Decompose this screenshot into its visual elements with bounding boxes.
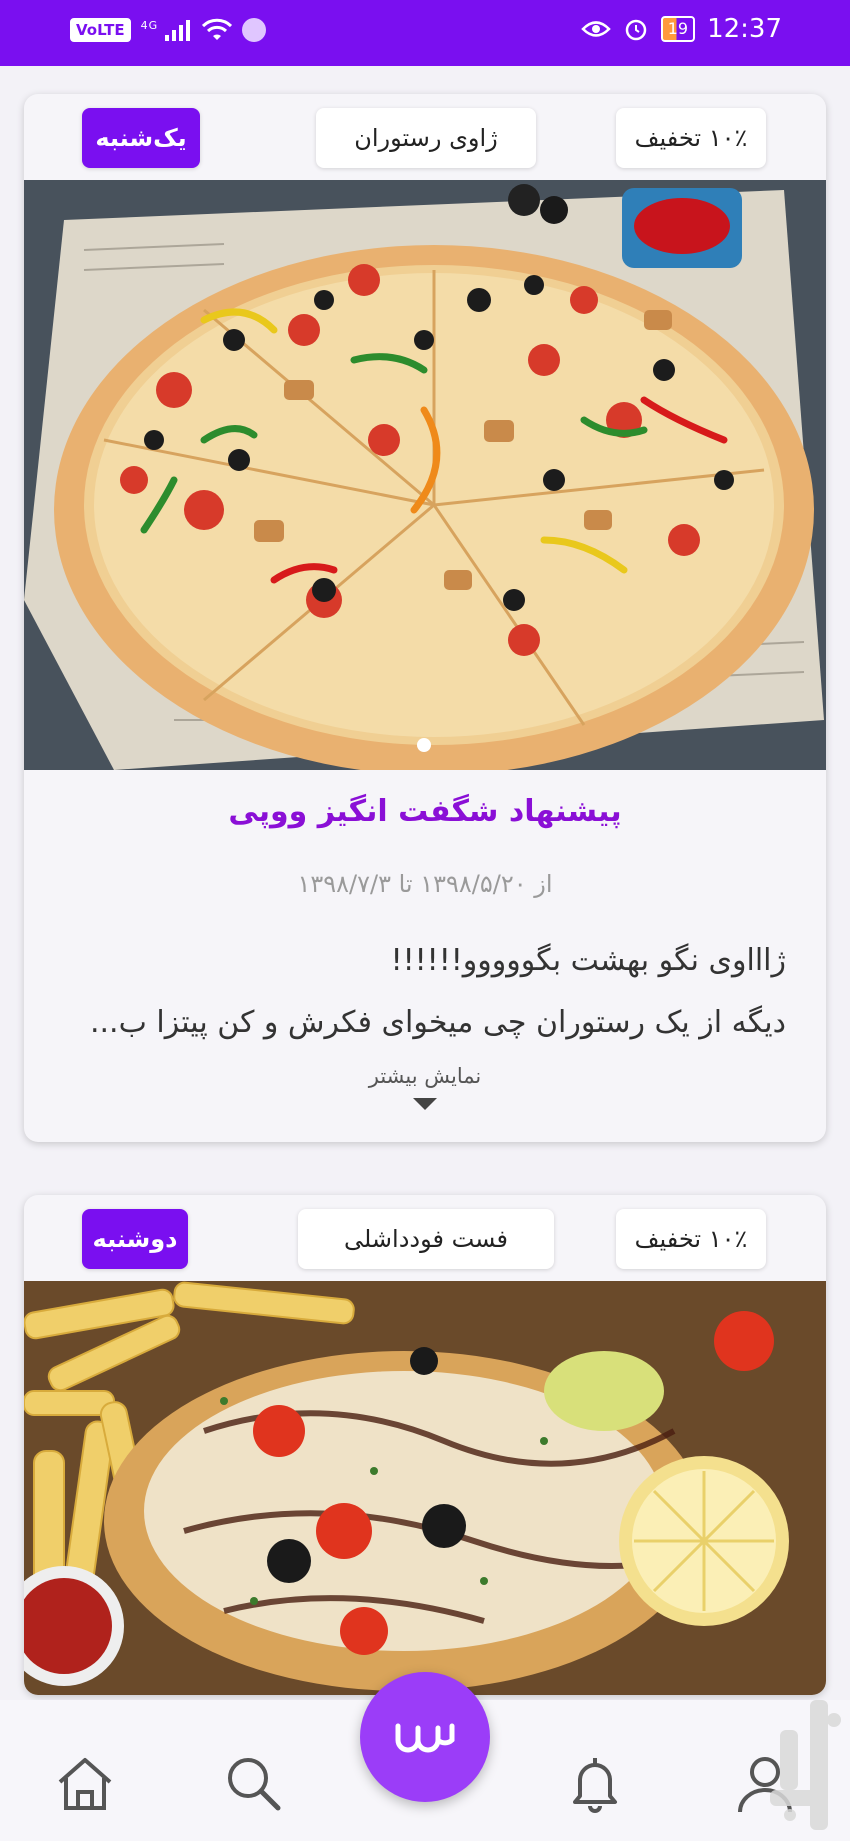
offer-image[interactable]	[24, 1281, 826, 1695]
status-bar: VoLTE 4G 19 12:37	[0, 0, 850, 66]
nav-notifications[interactable]	[560, 1748, 630, 1818]
discount-badge: ۱۰٪ تخفیف	[616, 108, 766, 168]
offer-description-line: ژاااوی نگو بهشت بگووووو!!!!!!	[390, 943, 786, 978]
pizza-image	[24, 180, 826, 770]
wifi-icon	[202, 18, 233, 40]
battery-indicator: 19	[660, 16, 696, 42]
network-indicator: 4G	[141, 19, 193, 41]
fab-logo-icon	[395, 1723, 455, 1753]
offer-card[interactable]: ۱۰٪ تخفیف ژاوی رستوران یک‌شنبه	[24, 94, 826, 1142]
day-badge: یک‌شنبه	[82, 108, 200, 168]
network-type: 4G	[140, 19, 159, 32]
notification-dot-icon	[242, 18, 267, 42]
alarm-icon	[625, 19, 646, 41]
restaurant-name-button[interactable]: ژاوی رستوران	[316, 108, 536, 168]
eye-icon	[580, 21, 611, 37]
nav-home[interactable]	[50, 1748, 120, 1818]
offer-description: ژاااوی نگو بهشت بگووووو!!!!!! دیگه از یک…	[64, 930, 786, 1054]
offer-image[interactable]	[24, 180, 826, 770]
offer-title: پیشنهاد شگفت انگیز ووپی	[228, 794, 622, 829]
bell-icon[interactable]	[560, 1748, 630, 1818]
food-image	[24, 1281, 826, 1695]
main-action-button[interactable]	[360, 1672, 490, 1802]
signal-icon	[165, 20, 191, 41]
status-left: VoLTE 4G	[70, 18, 267, 42]
discount-badge: ۱۰٪ تخفیف	[616, 1209, 766, 1269]
search-icon[interactable]	[218, 1748, 288, 1818]
status-time: 12:37	[707, 14, 782, 44]
status-right: 19 12:37	[580, 14, 782, 44]
show-more-link[interactable]: نمایش بیشتر	[24, 1064, 826, 1088]
restaurant-name-button[interactable]: فست فودداشلی	[298, 1209, 554, 1269]
offer-card[interactable]: ۱۰٪ تخفیف فست فودداشلی دوشنبه	[24, 1195, 826, 1695]
offer-date-range: از ۱۳۹۸/۵/۲۰ تا ۱۳۹۸/۷/۳	[297, 870, 553, 898]
nav-search[interactable]	[218, 1748, 288, 1818]
day-badge: دوشنبه	[82, 1209, 188, 1269]
chevron-down-icon[interactable]	[413, 1098, 437, 1110]
home-icon[interactable]	[50, 1748, 120, 1818]
watermark-logo-icon	[770, 1700, 841, 1830]
offer-description-line: دیگه از یک رستوران چی میخوای فکرش و کن پ…	[89, 1005, 786, 1040]
volte-badge: VoLTE	[70, 18, 131, 42]
